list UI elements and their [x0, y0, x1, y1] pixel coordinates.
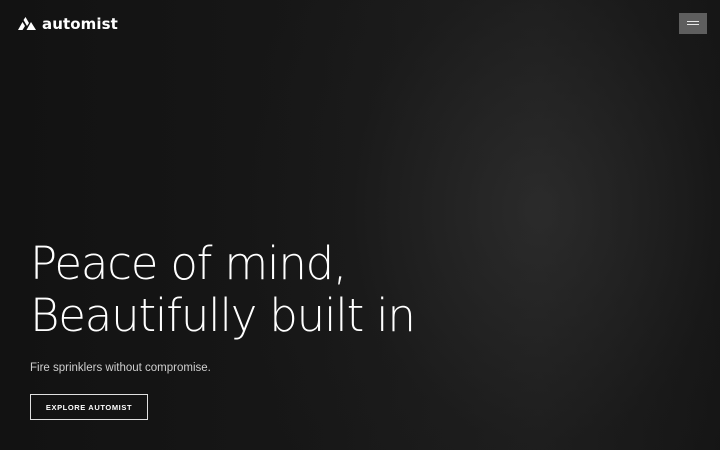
menu-icon-line [687, 21, 699, 22]
page: automist Peace of mind, Beautifully buil… [0, 0, 720, 450]
hero-section: Peace of mind, Beautifully built in Fire… [30, 238, 630, 376]
menu-button[interactable] [679, 13, 707, 34]
site-header: automist [0, 0, 720, 48]
hero-title: Peace of mind, Beautifully built in [30, 238, 630, 342]
logo-text: automist [42, 15, 118, 33]
hero-subtitle: Fire sprinklers without compromise. [30, 362, 211, 374]
hamburger-menu-icon [687, 21, 699, 26]
explore-automist-button[interactable]: EXPLORE AUTOMIST [30, 394, 148, 420]
hero-title-line-2: Beautifully built in [30, 289, 416, 342]
automist-logo-icon [18, 17, 36, 30]
menu-icon-line [687, 24, 699, 25]
logo-link[interactable]: automist [18, 14, 118, 34]
hero-title-line-1: Peace of mind, [30, 237, 347, 290]
